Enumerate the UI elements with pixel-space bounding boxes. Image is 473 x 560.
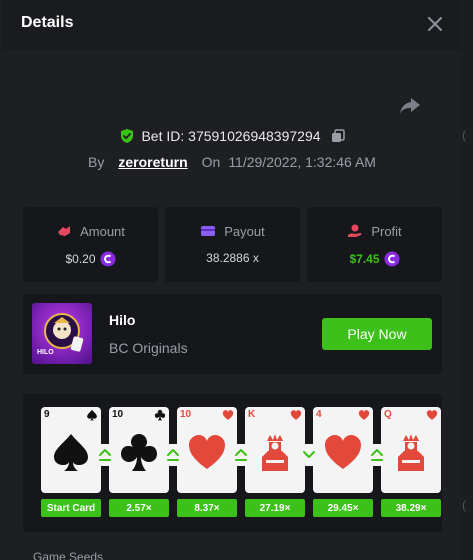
playing-card: 4 xyxy=(313,407,373,493)
heart-suit-icon xyxy=(358,410,370,420)
amount-stat: Amount $0.20 xyxy=(23,207,158,282)
club-card-art-icon xyxy=(121,434,157,471)
edge-glyph: ( xyxy=(462,128,466,142)
multiplier-badge: 38.29× xyxy=(381,499,441,517)
bet-details-modal: Details Bet ID: 37591026948397294 By zer… xyxy=(3,0,461,560)
username-link[interactable]: zeroreturn xyxy=(118,154,187,170)
bet-id: Bet ID: 37591026948397294 xyxy=(141,128,321,144)
king-card-art-icon xyxy=(262,434,288,471)
playing-card: 10 xyxy=(109,407,169,493)
profit-label: Profit xyxy=(371,223,402,239)
guess-higher-badge xyxy=(230,444,252,466)
edge-glyph: ( xyxy=(462,498,466,512)
history-card-3: 10 8.37× xyxy=(177,407,237,532)
amount-value: $0.20 xyxy=(65,252,96,266)
currency-coin-icon xyxy=(100,251,116,267)
spade-suit-icon xyxy=(87,409,97,421)
game-card: HILO Hilo BC Originals Play Now xyxy=(23,294,442,374)
playing-card: 9 xyxy=(41,407,101,493)
profit-icon xyxy=(348,224,362,237)
heart-card-art-icon xyxy=(325,435,361,469)
heart-suit-icon xyxy=(222,410,234,420)
currency-coin-icon xyxy=(384,251,400,267)
thumb-label: HILO xyxy=(37,349,54,356)
payout-stat: Payout 38.2886 x xyxy=(165,207,300,282)
amount-label: Amount xyxy=(80,223,125,239)
multiplier-badge: 8.37× xyxy=(177,499,237,517)
shield-check-icon xyxy=(121,129,134,143)
bet-stats: Amount $0.20 Payout 38.2886 x Profit $7.… xyxy=(23,207,442,282)
arrow-up-icon xyxy=(99,449,111,461)
multiplier-badge: 2.57× xyxy=(109,499,169,517)
heart-suit-icon xyxy=(426,410,438,420)
history-card-2: 10 2.57× xyxy=(109,407,169,532)
bet-id-row: Bet ID: 37591026948397294 xyxy=(3,126,461,146)
history-card-6: Q 38.29× xyxy=(381,407,441,532)
close-button[interactable] xyxy=(423,12,447,36)
card-rank: 9 xyxy=(44,409,50,420)
by-label: By xyxy=(88,154,105,170)
queen-card-art-icon xyxy=(398,434,424,471)
multiplier-badge: Start Card xyxy=(41,499,101,517)
copy-icon[interactable] xyxy=(331,129,345,143)
history-card-5: 4 29.45× xyxy=(313,407,373,532)
history-card-4: K 27.19× xyxy=(245,407,305,532)
guess-higher-badge xyxy=(162,444,184,466)
guess-lower-badge xyxy=(298,444,320,466)
heart-card-art-icon xyxy=(189,435,225,469)
heart-suit-icon xyxy=(290,410,302,420)
card-rank: 10 xyxy=(112,409,124,420)
card-rank: K xyxy=(248,409,256,420)
game-provider: BC Originals xyxy=(109,340,188,356)
payout-label: Payout xyxy=(224,223,265,239)
arrow-up-icon xyxy=(235,449,247,461)
arrow-up-icon xyxy=(371,449,383,461)
arrow-up-icon xyxy=(167,449,179,461)
profit-value: $7.45 xyxy=(349,252,380,266)
profit-stat: Profit $7.45 xyxy=(307,207,442,282)
playing-card: K xyxy=(245,407,305,493)
play-now-button[interactable]: Play Now xyxy=(322,318,432,350)
modal-header: Details xyxy=(3,0,461,50)
spade-card-art-icon xyxy=(54,434,88,471)
card-rank: Q xyxy=(384,409,392,420)
card-history-panel: 9 Start Card 10 2.57× 10 8.37× K 27.19× 4 29.45× Q… xyxy=(23,394,442,532)
share-button[interactable] xyxy=(399,96,421,116)
arrow-down-icon xyxy=(303,451,315,458)
playing-card: Q xyxy=(381,407,441,493)
history-card-1: 9 Start Card xyxy=(41,407,101,532)
club-suit-icon xyxy=(154,409,166,421)
game-name: Hilo xyxy=(109,312,136,328)
amount-icon xyxy=(58,226,71,236)
multiplier-badge: 27.19× xyxy=(245,499,305,517)
bet-timestamp: 11/29/2022, 1:32:46 AM xyxy=(228,154,376,170)
bet-author-row: By zeroreturn On 11/29/2022, 1:32:46 AM xyxy=(3,152,461,172)
guess-higher-badge xyxy=(94,444,116,466)
payout-icon xyxy=(201,226,216,236)
section-label-partial: Game Seeds xyxy=(33,550,104,560)
playing-card: 10 xyxy=(177,407,237,493)
close-icon xyxy=(427,16,443,32)
background-edge-right: ( ( xyxy=(461,0,473,560)
share-icon xyxy=(400,98,420,114)
multiplier-badge: 29.45× xyxy=(313,499,373,517)
guess-higher-badge xyxy=(366,444,388,466)
card-rank: 10 xyxy=(180,409,192,420)
payout-value: 38.2886 x xyxy=(206,251,259,265)
card-rank: 4 xyxy=(316,409,322,420)
game-thumbnail[interactable]: HILO xyxy=(32,303,92,364)
on-label: On xyxy=(201,154,221,170)
modal-title: Details xyxy=(21,14,74,31)
